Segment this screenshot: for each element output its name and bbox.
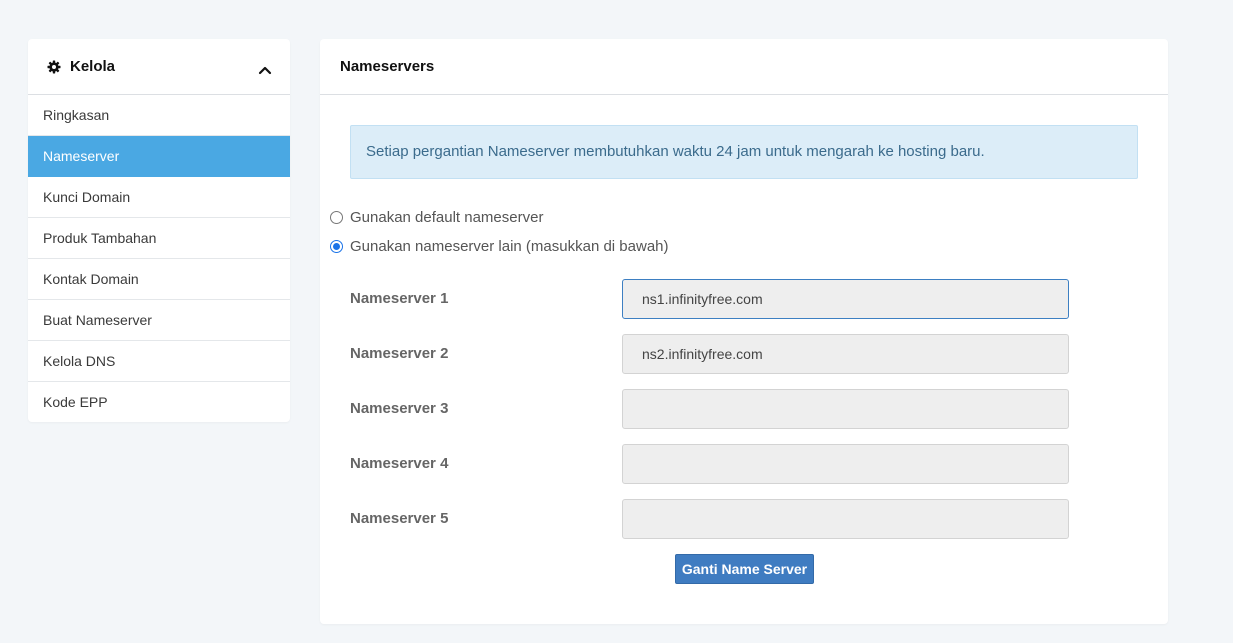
nameserver-4-label: Nameserver 4 <box>350 455 449 472</box>
radio-label: Gunakan default nameserver <box>350 209 544 226</box>
sidebar-item-produk-tambahan[interactable]: Produk Tambahan <box>28 218 290 259</box>
nameserver-2-label: Nameserver 2 <box>350 345 449 362</box>
nameserver-3-label: Nameserver 3 <box>350 400 449 417</box>
sidebar-item-ringkasan[interactable]: Ringkasan <box>28 95 290 136</box>
nameserver-1-input[interactable]: ns1.infinityfree.com <box>622 279 1069 319</box>
nameserver-3-input[interactable] <box>622 389 1069 429</box>
radio-default-nameserver[interactable]: Gunakan default nameserver <box>330 209 543 226</box>
manage-sidebar: Kelola Ringkasan Nameserver Kunci Domain… <box>28 39 290 422</box>
sidebar-item-kontak-domain[interactable]: Kontak Domain <box>28 259 290 300</box>
nameservers-card: Nameservers Setiap pergantian Nameserver… <box>320 39 1168 624</box>
sidebar-item-kelola-dns[interactable]: Kelola DNS <box>28 341 290 382</box>
radio-custom-nameserver[interactable]: Gunakan nameserver lain (masukkan di baw… <box>330 238 669 255</box>
nameserver-4-input[interactable] <box>622 444 1069 484</box>
gear-icon <box>47 60 61 74</box>
sidebar-item-kode-epp[interactable]: Kode EPP <box>28 382 290 422</box>
nameserver-1-label: Nameserver 1 <box>350 290 449 307</box>
change-nameserver-button[interactable]: Ganti Name Server <box>675 554 814 584</box>
radio-button[interactable] <box>330 211 343 224</box>
page-title: Nameservers <box>340 58 435 75</box>
card-header: Nameservers <box>320 39 1168 95</box>
nameserver-2-input[interactable]: ns2.infinityfree.com <box>622 334 1069 374</box>
radio-button[interactable] <box>330 240 343 253</box>
sidebar-item-kunci-domain[interactable]: Kunci Domain <box>28 177 290 218</box>
chevron-up-icon[interactable] <box>258 62 272 74</box>
info-alert: Setiap pergantian Nameserver membutuhkan… <box>350 125 1138 179</box>
nameserver-5-input[interactable] <box>622 499 1069 539</box>
sidebar-item-buat-nameserver[interactable]: Buat Nameserver <box>28 300 290 341</box>
sidebar-header[interactable]: Kelola <box>28 39 290 95</box>
sidebar-item-nameserver[interactable]: Nameserver <box>28 136 290 177</box>
nameserver-5-label: Nameserver 5 <box>350 510 449 527</box>
radio-label: Gunakan nameserver lain (masukkan di baw… <box>350 238 669 255</box>
sidebar-title: Kelola <box>70 58 116 75</box>
